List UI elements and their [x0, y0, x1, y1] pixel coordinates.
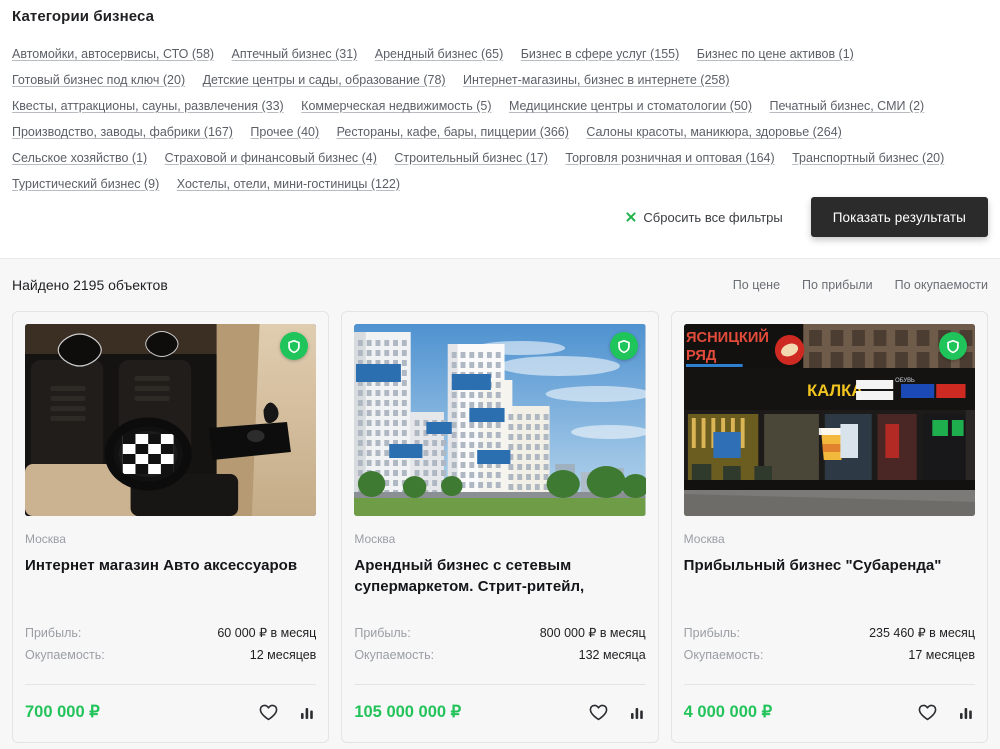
category-link[interactable]: Интернет-магазины, бизнес в интернете (2…: [463, 73, 729, 87]
bar-chart-icon[interactable]: [630, 704, 646, 720]
listing-price: 105 000 000 ₽: [354, 703, 462, 721]
reset-filters-button[interactable]: Сбросить все фильтры: [625, 210, 782, 225]
card-actions: [918, 704, 975, 721]
listing-price: 4 000 000 ₽: [683, 703, 773, 721]
listing-title[interactable]: Прибыльный бизнес "Субаренда": [684, 555, 975, 597]
listing-title[interactable]: Интернет магазин Авто аксессуаров: [25, 555, 316, 597]
category-link[interactable]: Коммерческая недвижимость (5): [301, 99, 491, 113]
svg-text:РЯД: РЯД: [686, 348, 717, 364]
payback-label: Окупаемость:: [683, 648, 764, 662]
listing-card[interactable]: ЯСНИЦКИЙ РЯД КАЛКА ОБУВЬ Москва Прибыльн…: [670, 311, 988, 743]
card-footer: 700 000 ₽: [25, 685, 316, 739]
page-title: Категории бизнеса: [12, 8, 155, 25]
card-actions: [259, 704, 316, 721]
payback-label: Окупаемость:: [354, 648, 435, 662]
shield-check-icon: [609, 332, 638, 360]
heart-icon[interactable]: [259, 704, 278, 721]
listing-stats: Прибыль: 60 000 ₽ в месяц Окупаемость: 1…: [25, 621, 316, 666]
page-root: Категории бизнеса Автомойки, автосервисы…: [0, 0, 1000, 749]
bar-chart-icon[interactable]: [959, 704, 975, 720]
card-footer: 4 000 000 ₽: [684, 685, 975, 739]
sort-option[interactable]: По цене: [733, 278, 780, 292]
listing-image[interactable]: [354, 324, 646, 516]
svg-text:ОБУВЬ: ОБУВЬ: [895, 378, 915, 384]
listing-card-grid: Москва Интернет магазин Авто аксессуаров…: [0, 311, 1000, 743]
heart-icon[interactable]: [589, 704, 608, 721]
profit-value: 60 000 ₽ в месяц: [217, 626, 317, 640]
category-link[interactable]: Бизнес в сфере услуг (155): [521, 47, 680, 61]
card-actions: [589, 704, 646, 721]
payback-value: 12 месяцев: [249, 648, 317, 662]
listing-image[interactable]: [25, 324, 317, 516]
category-link[interactable]: Салоны красоты, маникюра, здоровье (264): [586, 125, 841, 139]
close-x-icon: [625, 211, 637, 223]
sort-option[interactable]: По прибыли: [802, 278, 873, 292]
category-link[interactable]: Квесты, аттракционы, сауны, развлечения …: [12, 99, 284, 113]
category-link[interactable]: Транспортный бизнес (20): [792, 151, 944, 165]
category-link[interactable]: Аптечный бизнес (31): [232, 47, 358, 61]
category-link[interactable]: Печатный бизнес, СМИ (2): [769, 99, 924, 113]
listing-city: Москва: [354, 532, 396, 546]
results-count: Найдено 2195 объектов: [12, 277, 168, 293]
bar-chart-icon[interactable]: [300, 704, 316, 720]
sort-options: По цене По прибыли По окупаемости: [733, 278, 988, 292]
profit-value: 235 460 ₽ в месяц: [869, 626, 975, 640]
profit-label: Прибыль:: [683, 626, 740, 640]
category-link[interactable]: Медицинские центры и стоматологии (50): [509, 99, 752, 113]
profit-value: 800 000 ₽ в месяц: [539, 626, 646, 640]
category-link[interactable]: Арендный бизнес (65): [375, 47, 503, 61]
category-link[interactable]: Бизнес по цене активов (1): [697, 47, 854, 61]
listing-city: Москва: [683, 532, 725, 546]
profit-label: Прибыль:: [25, 626, 82, 640]
listing-image[interactable]: ЯСНИЦКИЙ РЯД КАЛКА ОБУВЬ: [683, 324, 975, 516]
results-section: Найдено 2195 объектов По цене По прибыли П…: [0, 258, 1000, 749]
category-link-list: Автомойки, автосервисы, СТО (58) Аптечны…: [12, 41, 988, 197]
show-results-button[interactable]: Показать результаты: [810, 197, 988, 237]
card-footer: 105 000 000 ₽: [354, 685, 645, 739]
categories-section: Категории бизнеса Автомойки, автосервисы…: [0, 0, 1000, 197]
results-header: Найдено 2195 объектов По цене По прибыли П…: [0, 259, 1000, 311]
profit-row: Прибыль: 800 000 ₽ в месяц: [354, 621, 645, 644]
payback-row: Окупаемость: 132 месяца: [354, 644, 645, 666]
category-link[interactable]: Торговля розничная и оптовая (164): [565, 151, 774, 165]
sort-option[interactable]: По окупаемости: [895, 278, 988, 292]
category-link[interactable]: Производство, заводы, фабрики (167): [12, 125, 233, 139]
listing-city: Москва: [25, 532, 66, 546]
listing-price: 700 000 ₽: [25, 703, 100, 721]
category-link[interactable]: Рестораны, кафе, бары, пиццерии (366): [337, 125, 569, 139]
listing-card[interactable]: Москва Интернет магазин Авто аксессуаров…: [12, 311, 330, 743]
shield-check-icon: [938, 332, 967, 360]
listing-card[interactable]: Москва Арендный бизнес с сетевым суперма…: [341, 311, 659, 743]
category-link[interactable]: Строительный бизнес (17): [394, 151, 548, 165]
svg-text:КАЛКА: КАЛКА: [807, 381, 863, 400]
listing-title[interactable]: Арендный бизнес с сетевым супермаркетом.…: [354, 555, 645, 597]
profit-row: Прибыль: 60 000 ₽ в месяц: [25, 621, 316, 644]
payback-label: Окупаемость:: [25, 648, 105, 662]
profit-label: Прибыль:: [354, 626, 411, 640]
category-link[interactable]: Прочее (40): [250, 125, 319, 139]
payback-value: 132 месяца: [578, 648, 646, 662]
svg-text:ЯСНИЦКИЙ: ЯСНИЦКИЙ: [686, 328, 769, 346]
profit-row: Прибыль: 235 460 ₽ в месяц: [684, 621, 975, 644]
listing-stats: Прибыль: 800 000 ₽ в месяц Окупаемость: …: [354, 621, 645, 666]
category-link[interactable]: Страховой и финансовый бизнес (4): [165, 151, 377, 165]
reset-filters-label: Сбросить все фильтры: [643, 209, 783, 225]
payback-row: Окупаемость: 17 месяцев: [684, 644, 975, 666]
heart-icon[interactable]: [918, 704, 937, 721]
category-link[interactable]: Сельское хозяйство (1): [12, 151, 147, 165]
listing-stats: Прибыль: 235 460 ₽ в месяц Окупаемость: …: [684, 621, 975, 666]
category-link[interactable]: Детские центры и сады, образование (78): [203, 73, 446, 87]
category-link[interactable]: Готовый бизнес под ключ (20): [12, 73, 185, 87]
payback-row: Окупаемость: 12 месяцев: [25, 644, 316, 666]
category-link[interactable]: Автомойки, автосервисы, СТО (58): [12, 47, 214, 61]
payback-value: 17 месяцев: [908, 648, 975, 662]
filter-action-row: Сбросить все фильтры Показать результаты: [0, 186, 1000, 248]
